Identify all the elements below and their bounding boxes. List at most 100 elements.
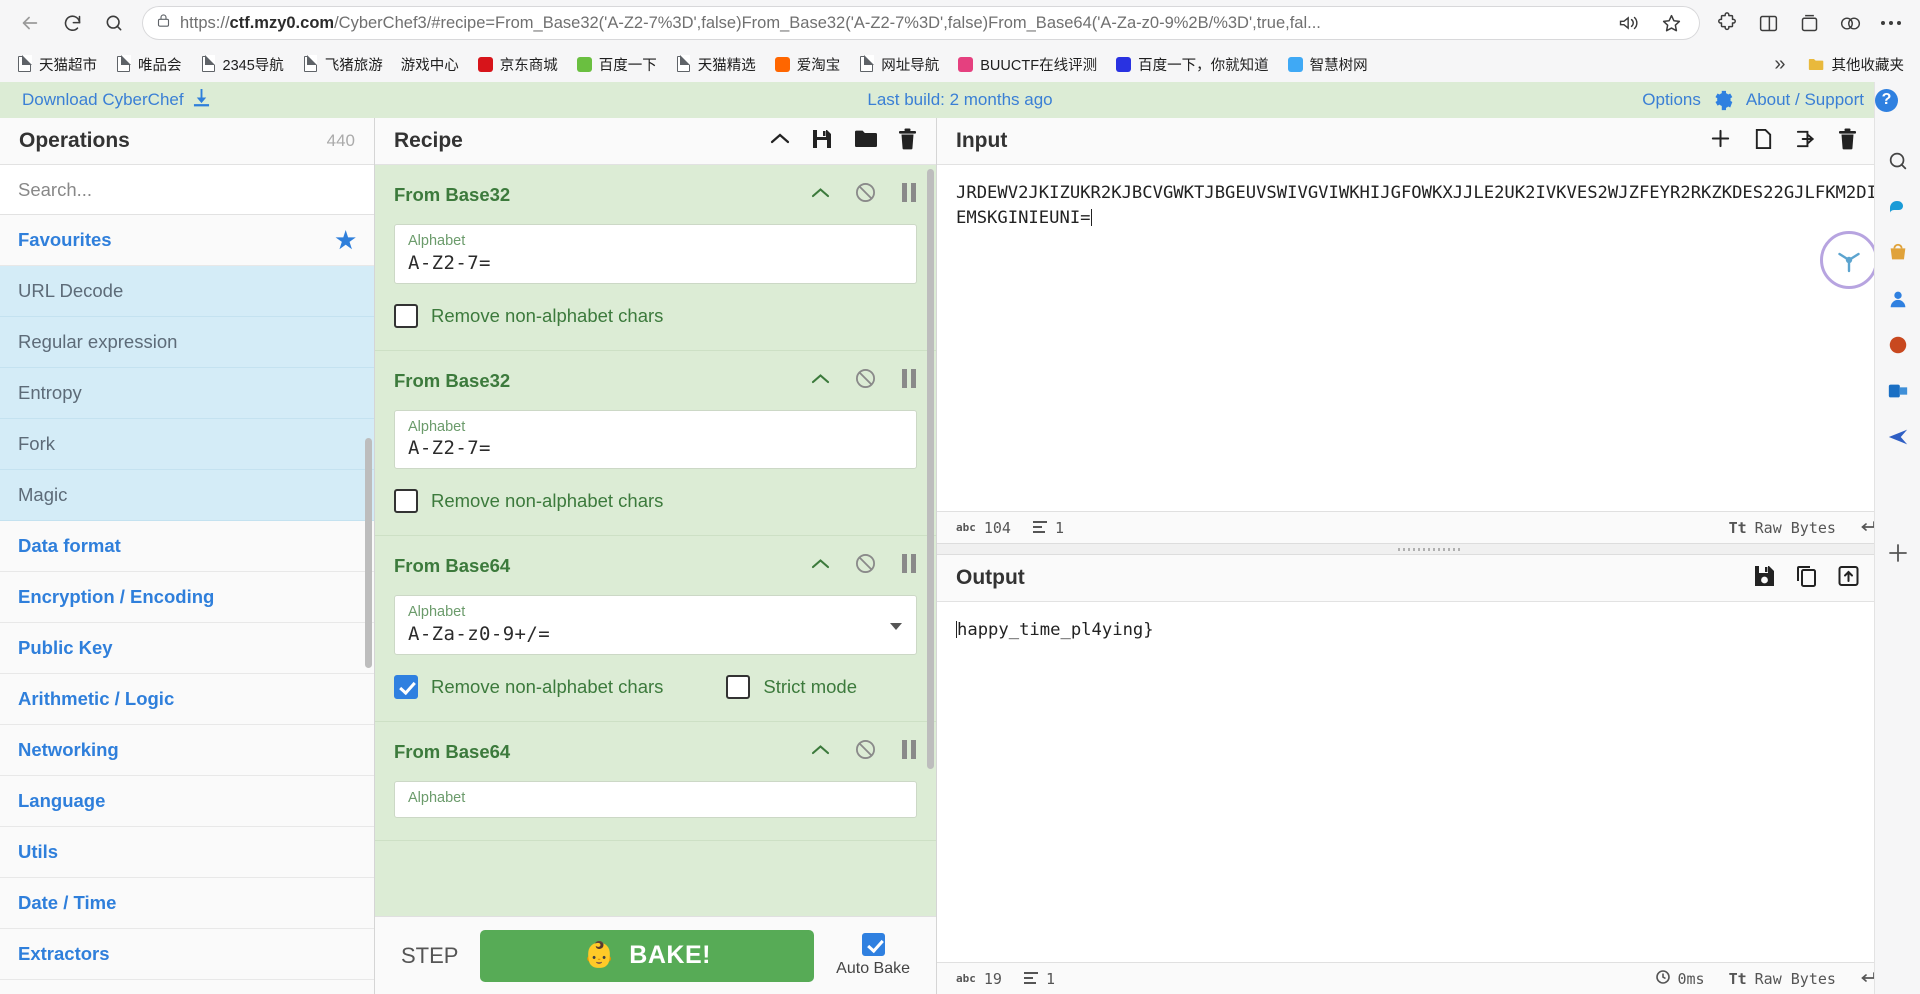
recipe-operation[interactable]: From Base64 Alphabet A-Za-z0-9+/= Remove no… [375, 536, 936, 722]
add-tool-icon[interactable] [1885, 540, 1911, 566]
help-icon[interactable]: ? [1875, 88, 1898, 112]
operations-category-language[interactable]: Language [0, 776, 374, 827]
outlook-icon[interactable] [1885, 378, 1911, 404]
recipe-operation[interactable]: From Base32 Alphabet A-Z2-7= Remove non-alp… [375, 165, 936, 351]
recipe-operation[interactable]: From Base64 Alphabet [375, 721, 936, 842]
checkbox-box[interactable] [394, 489, 418, 514]
operation-argument[interactable]: Alphabet [394, 780, 917, 819]
bake-button[interactable]: 👶 BAKE! [480, 929, 815, 982]
magic-wand-badge-icon[interactable] [1820, 231, 1878, 289]
operations-category-encryption-encoding[interactable]: Encryption / Encoding [0, 572, 374, 623]
argument-value[interactable]: A-Z2-7= [408, 252, 903, 274]
argument-value[interactable]: A-Z2-7= [408, 437, 903, 459]
disable-operation-icon[interactable] [855, 182, 876, 208]
clear-recipe-icon[interactable] [898, 128, 917, 155]
bookmark-item[interactable]: 2345导航 [192, 50, 292, 79]
split-screen-icon[interactable] [1749, 6, 1787, 40]
bookmark-item[interactable]: 爱淘宝 [766, 50, 849, 79]
bookmark-item[interactable]: 百度一下，你就知道 [1107, 50, 1277, 79]
add-input-tab-icon[interactable] [1709, 127, 1732, 155]
office-icon[interactable] [1885, 332, 1911, 358]
bookmark-item[interactable]: 飞猪旅游 [294, 50, 391, 79]
operation-item-url-decode[interactable]: URL Decode [0, 266, 374, 317]
bookmark-item[interactable]: 游戏中心 [393, 50, 467, 79]
bookmark-item[interactable]: 天猫精选 [667, 50, 764, 79]
checkbox-box[interactable] [394, 303, 418, 328]
operations-category-extractors[interactable]: Extractors [0, 929, 374, 980]
operation-item-regular-expression[interactable]: Regular expression [0, 317, 374, 368]
checkbox-box[interactable] [726, 674, 751, 699]
operations-category-networking[interactable]: Networking [0, 725, 374, 776]
bookmarks-overflow[interactable]: » 其他收藏夹 [1774, 50, 1912, 79]
screenshot-icon[interactable] [1885, 990, 1911, 994]
bookmark-item[interactable]: 智慧树网 [1279, 50, 1376, 79]
extensions-icon[interactable] [1708, 6, 1746, 40]
bookmark-item[interactable]: 百度一下 [568, 50, 665, 79]
bookmark-item[interactable]: 唯品会 [107, 50, 190, 79]
gear-icon[interactable] [1712, 89, 1735, 112]
search-icon[interactable] [94, 6, 134, 40]
input-encoding[interactable]: Tt Raw Bytes [1729, 519, 1836, 537]
breakpoint-pause-icon[interactable] [901, 554, 917, 578]
collapse-chevron-icon[interactable] [811, 743, 830, 761]
disable-operation-icon[interactable] [855, 553, 876, 579]
download-cyberchef-label[interactable]: Download CyberChef [22, 90, 184, 110]
about-support-link[interactable]: About / Support [1746, 90, 1864, 110]
recipe-scrollbar[interactable] [927, 169, 934, 769]
output-body[interactable]: happy_time_pl4ying} [937, 602, 1920, 962]
shopping-icon[interactable] [1885, 240, 1911, 266]
operation-argument[interactable]: Alphabet A-Za-z0-9+/= [394, 595, 917, 655]
operation-item-fork[interactable]: Fork [0, 419, 374, 470]
operation-argument[interactable]: Alphabet A-Z2-7= [394, 224, 917, 284]
address-bar[interactable]: https://ctf.mzy0.com/CyberChef3/#recipe=… [142, 6, 1700, 40]
copilot-icon[interactable] [1885, 194, 1911, 220]
reload-icon[interactable] [52, 6, 92, 40]
input-body[interactable]: JRDEWV2JKIZUKR2KJBCVGWKTJBGEUVSWIVGVIWKH… [937, 165, 1920, 511]
other-favourites-folder[interactable]: 其他收藏夹 [1800, 50, 1913, 79]
person-icon[interactable] [1885, 286, 1911, 312]
disable-operation-icon[interactable] [855, 368, 876, 394]
operations-category-public-key[interactable]: Public Key [0, 623, 374, 674]
settings-more-icon[interactable] [1872, 6, 1910, 40]
checkbox-box[interactable] [394, 674, 418, 699]
output-text[interactable]: happy_time_pl4ying} [956, 618, 1901, 643]
breakpoint-pause-icon[interactable] [901, 183, 917, 207]
breakpoint-pause-icon[interactable] [901, 739, 917, 764]
operations-category-utils[interactable]: Utils [0, 827, 374, 878]
options-link[interactable]: Options [1642, 90, 1701, 110]
bookmark-item[interactable]: 京东商城 [469, 50, 566, 79]
bookmark-item[interactable]: 天猫超市 [8, 50, 105, 79]
operation-argument[interactable]: Alphabet A-Z2-7= [394, 409, 917, 470]
bookmarks-overflow-chevron-icon[interactable]: » [1774, 53, 1785, 76]
operations-search[interactable] [0, 165, 374, 215]
collections-icon[interactable] [1790, 6, 1828, 40]
load-recipe-icon[interactable] [854, 129, 877, 154]
output-encoding[interactable]: Tt Raw Bytes [1729, 970, 1836, 988]
operations-scrollbar[interactable] [365, 438, 372, 668]
bookmark-item[interactable]: BUUCTF在线评测 [949, 50, 1105, 79]
collapse-chevron-icon[interactable] [811, 186, 830, 204]
collapse-chevron-icon[interactable] [811, 372, 830, 390]
chevron-down-icon[interactable] [890, 622, 902, 630]
checkbox-strict-mode[interactable]: Strict mode [726, 674, 857, 699]
back-arrow-icon[interactable] [10, 6, 50, 40]
input-text[interactable]: JRDEWV2JKIZUKR2KJBCVGWKTJBGEUVSWIVGVIWKH… [956, 181, 1901, 231]
collapse-chevron-icon[interactable] [770, 132, 790, 150]
breakpoint-pause-icon[interactable] [901, 368, 917, 393]
auto-bake-checkbox[interactable] [861, 933, 885, 956]
favorite-star-icon[interactable] [1652, 6, 1690, 40]
open-folder-as-input-icon[interactable] [1753, 128, 1774, 155]
auto-bake-toggle[interactable]: Auto Bake [836, 933, 910, 978]
collapse-chevron-icon[interactable] [811, 557, 830, 575]
bookmark-item[interactable]: 网址导航 [850, 50, 947, 79]
save-recipe-icon[interactable] [811, 128, 833, 155]
download-cyberchef-link[interactable]: Download CyberChef [22, 88, 210, 112]
operation-item-entropy[interactable]: Entropy [0, 368, 374, 419]
clear-input-icon[interactable] [1838, 128, 1857, 155]
search-input[interactable] [18, 178, 356, 201]
checkbox-remove-non-alphabet-chars[interactable]: Remove non-alphabet chars [394, 489, 663, 514]
checkbox-remove-non-alphabet-chars[interactable]: Remove non-alphabet chars [394, 674, 663, 699]
read-aloud-icon[interactable] [1610, 6, 1648, 40]
browser-essentials-icon[interactable] [1831, 6, 1869, 40]
send-icon[interactable] [1885, 424, 1911, 450]
